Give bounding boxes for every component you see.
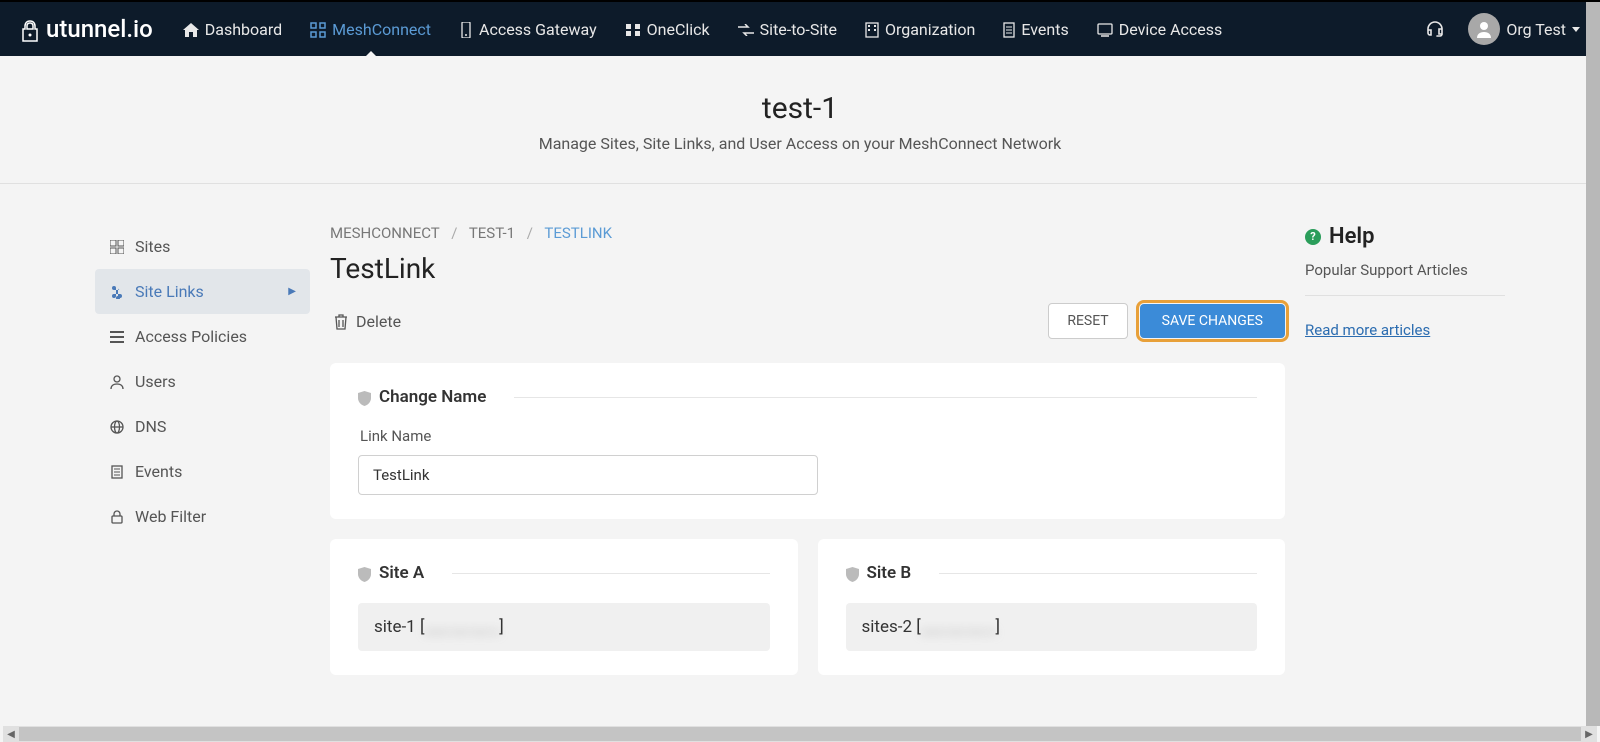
home-icon [183, 20, 199, 39]
content-title: TestLink [330, 252, 1285, 285]
top-navbar: utunnel.io Dashboard MeshConnect Access … [0, 0, 1600, 56]
nav-label: Device Access [1119, 20, 1223, 39]
breadcrumb: MESHCONNECT / TEST-1 / TESTLINK [330, 224, 1285, 242]
user-icon [109, 375, 125, 389]
sidebar-item-web-filter[interactable]: Web Filter [95, 494, 310, 539]
scroll-right-icon[interactable]: ▶ [1581, 726, 1597, 742]
sidebar-item-users[interactable]: Users [95, 359, 310, 404]
brand-logo[interactable]: utunnel.io [20, 15, 153, 43]
nav-label: Site-to-Site [760, 20, 837, 39]
chevron-right-icon: ▶ [288, 286, 296, 297]
nav-label: Access Gateway [479, 20, 597, 39]
read-more-link[interactable]: Read more articles [1305, 321, 1430, 339]
section-title: Site A [379, 563, 424, 583]
user-name-label: Org Test [1506, 20, 1566, 39]
nav-meshconnect[interactable]: MeshConnect [310, 2, 431, 57]
grid-icon [109, 240, 125, 254]
nav-label: MeshConnect [332, 20, 431, 39]
nav-label: Events [1021, 20, 1068, 39]
device-icon [1097, 20, 1113, 39]
nav-access-gateway[interactable]: Access Gateway [459, 2, 597, 57]
delete-label: Delete [356, 312, 401, 331]
site-b-value: sites-2 [___.__.__._] [846, 603, 1258, 651]
horizontal-scrollbar[interactable]: ◀ ▶ [3, 726, 1597, 742]
lock-icon [109, 510, 125, 524]
command-icon [109, 285, 125, 299]
sidebar-item-label: DNS [135, 417, 166, 436]
reset-button[interactable]: RESET [1048, 303, 1127, 339]
sidebar-item-events[interactable]: Events [95, 449, 310, 494]
avatar-icon [1468, 13, 1500, 45]
sidebar-item-label: Sites [135, 237, 170, 256]
nav-dashboard[interactable]: Dashboard [183, 2, 282, 57]
shield-icon [358, 564, 371, 583]
nav-organization[interactable]: Organization [865, 2, 975, 57]
page-header: test-1 Manage Sites, Site Links, and Use… [0, 56, 1600, 184]
globe-icon [109, 420, 125, 434]
nav-label: OneClick [647, 20, 710, 39]
site-b-card: Site B sites-2 [___.__.__._] [818, 539, 1286, 675]
vertical-scrollbar[interactable] [1586, 2, 1600, 726]
breadcrumb-current: TESTLINK [544, 224, 612, 242]
org-icon [865, 20, 879, 39]
brand-text: utunnel.io [46, 15, 153, 43]
site-a-card: Site A site-1 [___.__.__._] [330, 539, 798, 675]
sidebar-item-label: Web Filter [135, 507, 206, 526]
sidebar: Sites Site Links ▶ Access Policies Users… [95, 224, 310, 695]
mesh-icon [310, 20, 326, 39]
oneclick-icon [625, 20, 641, 39]
link-name-label: Link Name [358, 427, 1257, 445]
help-title: ? Help [1305, 224, 1505, 249]
sidebar-item-label: Site Links [135, 282, 204, 301]
list-icon [109, 331, 125, 343]
help-panel: ? Help Popular Support Articles Read mor… [1305, 224, 1505, 695]
nav-events[interactable]: Events [1003, 2, 1068, 57]
main-content: MESHCONNECT / TEST-1 / TESTLINK TestLink… [330, 224, 1285, 695]
shield-icon [358, 388, 371, 407]
site-a-value: site-1 [___.__.__._] [358, 603, 770, 651]
link-name-input[interactable] [358, 455, 818, 495]
page-title: test-1 [0, 91, 1600, 126]
events-icon [1003, 20, 1015, 39]
sidebar-item-label: Access Policies [135, 327, 247, 346]
section-title: Site B [867, 563, 912, 583]
sidebar-item-site-links[interactable]: Site Links ▶ [95, 269, 310, 314]
sidebar-item-sites[interactable]: Sites [95, 224, 310, 269]
nav-items: Dashboard MeshConnect Access Gateway One… [183, 2, 1425, 57]
nav-label: Organization [885, 20, 975, 39]
user-menu[interactable]: Org Test [1468, 13, 1580, 45]
scroll-left-icon[interactable]: ◀ [3, 726, 19, 742]
nav-site-to-site[interactable]: Site-to-Site [738, 2, 837, 57]
delete-button[interactable]: Delete [330, 306, 405, 337]
nav-oneclick[interactable]: OneClick [625, 2, 710, 57]
change-name-card: Change Name Link Name [330, 363, 1285, 519]
gateway-icon [459, 20, 473, 39]
nav-right: Org Test [1424, 13, 1580, 45]
breadcrumb-meshconnect[interactable]: MESHCONNECT [330, 224, 439, 242]
save-changes-button[interactable]: SAVE CHANGES [1140, 304, 1285, 338]
trash-icon [334, 312, 348, 331]
page-subtitle: Manage Sites, Site Links, and User Acces… [0, 134, 1600, 153]
section-title: Change Name [379, 387, 486, 407]
s2s-icon [738, 20, 754, 39]
nav-label: Dashboard [205, 20, 282, 39]
chevron-down-icon [1572, 27, 1580, 32]
help-subtitle: Popular Support Articles [1305, 261, 1505, 296]
headset-icon[interactable] [1424, 18, 1446, 40]
shield-icon [846, 564, 859, 583]
file-icon [109, 465, 125, 479]
sidebar-item-label: Users [135, 372, 176, 391]
sidebar-item-dns[interactable]: DNS [95, 404, 310, 449]
sidebar-item-access-policies[interactable]: Access Policies [95, 314, 310, 359]
breadcrumb-test1[interactable]: TEST-1 [469, 224, 515, 242]
lock-icon [20, 15, 40, 43]
toolbar: Delete RESET SAVE CHANGES [330, 303, 1285, 339]
nav-device-access[interactable]: Device Access [1097, 2, 1223, 57]
sidebar-item-label: Events [135, 462, 182, 481]
question-icon: ? [1305, 229, 1321, 245]
